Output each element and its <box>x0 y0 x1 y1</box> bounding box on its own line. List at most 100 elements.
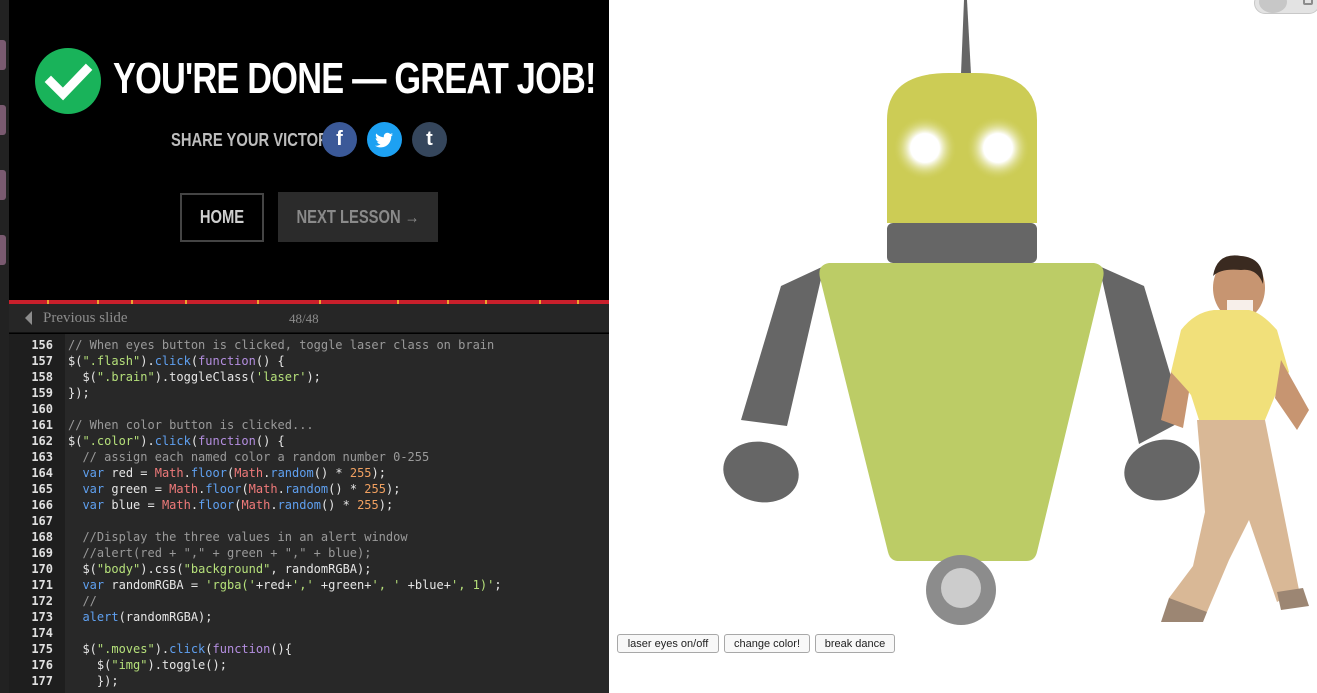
code-line: 161 // When color button is clicked... <box>9 417 609 433</box>
code-text: $(".moves").click(function(){ <box>68 642 292 656</box>
home-button-label: HOME <box>199 207 245 227</box>
line-number: 156 <box>31 338 53 352</box>
robot-left-eye <box>893 116 957 180</box>
change-color-button[interactable]: change color! <box>724 634 810 653</box>
code-line: 163 // assign each named color a random … <box>9 449 609 465</box>
lesson-panel: YOU'RE DONE — GREAT JOB! SHARE YOUR VICT… <box>0 0 609 693</box>
code-text: var green = Math.floor(Math.random() * 2… <box>82 482 401 496</box>
line-number: 164 <box>31 466 53 480</box>
code-text: //Display the three values in an alert w… <box>82 530 408 544</box>
robot-antenna <box>961 0 971 74</box>
completion-title: YOU'RE DONE — GREAT JOB! <box>113 54 596 103</box>
robot-left-arm <box>741 266 824 426</box>
code-editor[interactable]: 156 // When eyes button is clicked, toggl… <box>9 334 609 693</box>
robot-right-hand <box>1124 439 1200 501</box>
code-text: var red = Math.floor(Math.random() * 255… <box>82 466 386 480</box>
previous-slide-link[interactable]: Previous slide <box>43 310 128 327</box>
laser-eyes-button[interactable]: laser eyes on/off <box>617 634 719 653</box>
code-line: 170 $("body").css("background", randomRG… <box>9 561 609 577</box>
code-line: 175 $(".moves").click(function(){ <box>9 641 609 657</box>
line-number: 160 <box>31 402 53 416</box>
code-line: 157 $(".flash").click(function() { <box>9 353 609 369</box>
code-text: $("body").css("background", randomRGBA); <box>68 562 372 576</box>
line-number: 174 <box>31 626 53 640</box>
code-line: 159}); <box>9 385 609 401</box>
facebook-share-button[interactable]: f <box>322 122 357 157</box>
dancing-man-image <box>1161 255 1309 622</box>
code-line: 156 // When eyes button is clicked, toggl… <box>9 337 609 353</box>
line-number: 158 <box>31 370 53 384</box>
screen: YOU'RE DONE — GREAT JOB! SHARE YOUR VICT… <box>0 0 1317 693</box>
robot-right-eye <box>966 116 1030 180</box>
completion-panel: YOU'RE DONE — GREAT JOB! SHARE YOUR VICT… <box>9 0 609 300</box>
robot-left-hand <box>723 441 799 503</box>
code-text: // assign each named color a random numb… <box>82 450 430 464</box>
code-line: 167 <box>9 513 609 529</box>
line-number: 167 <box>31 514 53 528</box>
preview-panel: laser eyes on/off change color! break da… <box>609 0 1317 693</box>
code-line: 166 var blue = Math.floor(Math.random() … <box>9 497 609 513</box>
toggle-knob <box>1259 0 1287 13</box>
line-number: 161 <box>31 418 53 432</box>
code-line: 171 var randomRGBA = 'rgba('+red+',' +gr… <box>9 577 609 593</box>
line-number: 177 <box>31 674 53 688</box>
code-line: 169 //alert(red + "," + green + "," + bl… <box>9 545 609 561</box>
code-line: 172 // <box>9 593 609 609</box>
checkmark-icon <box>35 48 101 114</box>
code-line: 168 //Display the three values in an ale… <box>9 529 609 545</box>
line-number: 170 <box>31 562 53 576</box>
line-number: 171 <box>31 578 53 592</box>
line-number: 175 <box>31 642 53 656</box>
side-tab[interactable] <box>0 40 6 70</box>
code-line: 164 var red = Math.floor(Math.random() *… <box>9 465 609 481</box>
line-number: 172 <box>31 594 53 608</box>
code-text: var randomRGBA = 'rgba('+red+',' +green+… <box>82 578 502 592</box>
code-text: alert(randomRGBA); <box>82 610 213 624</box>
code-text: $("img").toggle(); <box>68 658 227 672</box>
robot-jaw <box>887 223 1037 263</box>
code-text: }); <box>68 674 119 688</box>
side-strip <box>0 0 9 693</box>
line-number: 168 <box>31 530 53 544</box>
code-text: }); <box>68 386 90 400</box>
code-line: 174 <box>9 625 609 641</box>
next-lesson-label: NEXT LESSON → <box>296 206 420 227</box>
next-lesson-button[interactable]: NEXT LESSON → <box>278 192 438 242</box>
code-text: $(".flash").click(function() { <box>68 354 285 368</box>
code-text: var blue = Math.floor(Math.random() * 25… <box>82 498 394 512</box>
side-tab[interactable] <box>0 170 6 200</box>
home-button[interactable]: HOME <box>180 193 264 242</box>
code-line: 162 $(".color").click(function() { <box>9 433 609 449</box>
robot-body <box>819 263 1104 561</box>
code-text: $(".color").click(function() { <box>68 434 285 448</box>
code-line: 160 <box>9 401 609 417</box>
robot-illustration <box>723 0 1309 625</box>
side-tab[interactable] <box>0 105 6 135</box>
previous-arrow-icon[interactable] <box>25 311 32 325</box>
side-tab[interactable] <box>0 235 6 265</box>
code-text: $(".brain").toggleClass('laser'); <box>68 370 321 384</box>
code-line: 165 var green = Math.floor(Math.random()… <box>9 481 609 497</box>
code-line: 158 $(".brain").toggleClass('laser'); <box>9 369 609 385</box>
tumblr-share-button[interactable]: t <box>412 122 447 157</box>
line-number: 159 <box>31 386 53 400</box>
code-text: // <box>82 594 97 608</box>
code-text: // When eyes button is clicked, toggle l… <box>68 338 495 352</box>
line-number: 157 <box>31 354 53 368</box>
line-number: 162 <box>31 434 53 448</box>
code-text: //alert(red + "," + green + "," + blue); <box>82 546 372 560</box>
code-line: 177 }); <box>9 673 609 689</box>
code-line: 173 alert(randomRGBA); <box>9 609 609 625</box>
robot-wheel-hub <box>941 568 981 608</box>
twitter-bird-icon <box>375 132 393 148</box>
slide-counter: 48/48 <box>289 311 319 326</box>
line-number: 176 <box>31 658 53 672</box>
line-number: 163 <box>31 450 53 464</box>
device-toggle[interactable] <box>1254 0 1317 14</box>
code-text: // When color button is clicked... <box>68 418 314 432</box>
break-dance-button[interactable]: break dance <box>815 634 895 653</box>
twitter-share-button[interactable] <box>367 122 402 157</box>
line-number: 166 <box>31 498 53 512</box>
line-number: 169 <box>31 546 53 560</box>
line-number: 173 <box>31 610 53 624</box>
